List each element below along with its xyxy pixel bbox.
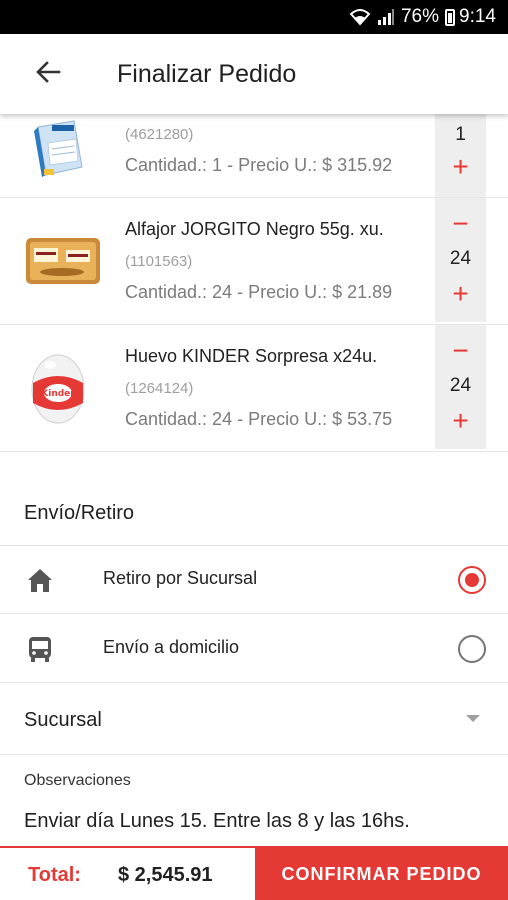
quantity-value: 1: [455, 124, 466, 145]
cart-item: Alfajor JORGITO Negro 55g. xu. (1101563)…: [0, 198, 508, 325]
branch-select-value: Sucursal: [24, 709, 102, 731]
battery-icon: [445, 8, 456, 26]
branch-select[interactable]: Sucursal: [0, 685, 508, 755]
decrease-quantity-button[interactable]: −: [435, 208, 486, 240]
delivery-section-title: Envío/Retiro: [24, 502, 135, 524]
clock: 9:14: [459, 6, 496, 27]
total-value: $ 2,545.91: [118, 864, 213, 886]
increase-quantity-button[interactable]: +: [435, 278, 486, 310]
option-home-delivery[interactable]: Envío a domicilio: [0, 615, 508, 683]
increase-quantity-button[interactable]: +: [435, 405, 486, 437]
product-name: Huevo KINDER Sorpresa x24u.: [125, 346, 378, 366]
cart-item: (4621280) Cantidad.: 1 - Precio U.: $ 31…: [0, 114, 508, 198]
quantity-stepper: − 24 +: [435, 198, 486, 322]
checkout-content[interactable]: (4621280) Cantidad.: 1 - Precio U.: $ 31…: [0, 114, 508, 846]
total-label: Total:: [28, 864, 81, 886]
quantity-stepper: − 24 +: [435, 325, 486, 449]
product-quantity-price: Cantidad.: 24 - Precio U.: $ 53.75: [125, 409, 393, 429]
quantity-value: 24: [449, 375, 472, 396]
page-title: Finalizar Pedido: [117, 59, 297, 88]
decrease-quantity-button[interactable]: −: [435, 335, 486, 367]
option-pickup-branch[interactable]: Retiro por Sucursal: [0, 546, 508, 614]
app-bar: Finalizar Pedido: [0, 34, 508, 114]
option-label: Retiro por Sucursal: [103, 568, 258, 588]
product-quantity-price: Cantidad.: 24 - Precio U.: $ 21.89: [125, 282, 393, 302]
increase-quantity-button[interactable]: +: [435, 151, 486, 183]
delivery-radio[interactable]: [458, 635, 486, 663]
product-image-paper-pack: [24, 115, 94, 185]
quantity-stepper: − 1 +: [435, 114, 486, 197]
product-code: (4621280): [125, 126, 194, 143]
dropdown-arrow-icon: [466, 715, 480, 722]
product-image-kinder-egg: Kinder: [22, 347, 106, 431]
svg-text:Kinder: Kinder: [41, 389, 75, 399]
product-quantity-price: Cantidad.: 1 - Precio U.: $ 315.92: [125, 155, 393, 175]
confirm-order-button[interactable]: CONFIRMAR PEDIDO: [255, 846, 508, 900]
arrow-back-icon: [35, 60, 61, 89]
product-code: (1264124): [125, 380, 194, 397]
battery-percent: 76%: [400, 6, 440, 27]
product-image-alfajor: [22, 220, 106, 304]
status-bar: 76% 9:14: [0, 0, 508, 34]
product-name: Alfajor JORGITO Negro 55g. xu.: [125, 219, 384, 239]
cart-item: Kinder Huevo KINDER Sorpresa x24u. (1264…: [0, 325, 508, 452]
observations-label: Observaciones: [24, 772, 131, 789]
observations-field[interactable]: [24, 810, 494, 833]
signal-icon: [377, 8, 395, 26]
quantity-value: 24: [449, 248, 472, 269]
home-icon: [25, 565, 55, 595]
product-code: (1101563): [125, 253, 193, 270]
wifi-icon: [349, 8, 371, 26]
pickup-radio[interactable]: [458, 566, 486, 594]
option-label: Envío a domicilio: [103, 637, 240, 657]
back-button[interactable]: [0, 34, 96, 114]
bus-icon: [25, 634, 55, 664]
checkout-footer: Total: $ 2,545.91 CONFIRMAR PEDIDO: [0, 846, 508, 900]
